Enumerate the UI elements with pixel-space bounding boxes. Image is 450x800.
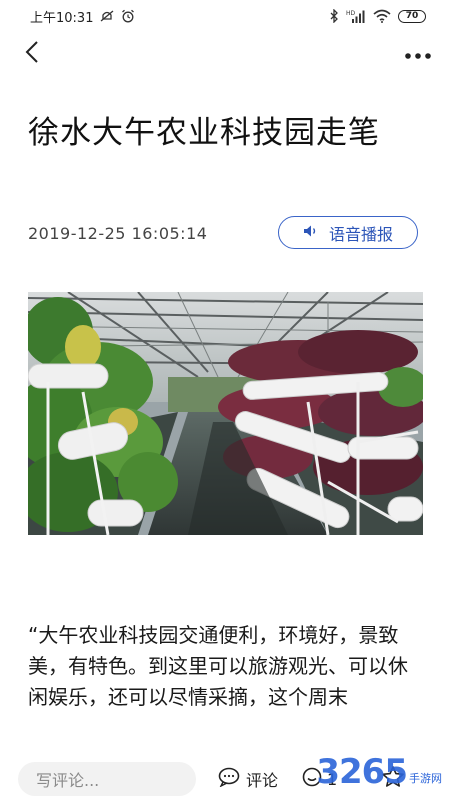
favorite-button[interactable]: [378, 764, 408, 794]
comment-bubble-icon: [218, 767, 240, 791]
bottom-action-bar: 写评论... 评论 1 3265 手游网: [0, 752, 450, 800]
battery-indicator: 70: [398, 9, 426, 23]
status-right: HD 70: [329, 9, 426, 23]
voice-broadcast-label: 语音播报: [328, 224, 393, 244]
voice-broadcast-button[interactable]: 语音播报: [278, 216, 418, 249]
watermark-sub: 手游网: [409, 772, 442, 785]
article-paragraph: “大午农业科技园交通便利，环境好，景致美，有特色。到这里可以旅游观光、可以休闲娱…: [28, 623, 408, 709]
status-bar: 上午10:31 HD 70: [0, 0, 450, 32]
star-icon: [381, 765, 405, 793]
comment-button[interactable]: 评论: [218, 764, 278, 794]
write-comment-input[interactable]: 写评论...: [18, 762, 196, 796]
mute-icon: [100, 9, 114, 23]
article-timestamp: 2019-12-25 16:05:14: [28, 224, 208, 243]
back-arrow-icon: [24, 40, 40, 68]
like-button[interactable]: 1: [302, 764, 337, 794]
more-button[interactable]: [400, 38, 436, 70]
article-title: 徐水大午农业科技园走笔: [28, 115, 380, 151]
speaker-icon: [303, 223, 319, 242]
bluetooth-icon: [329, 9, 339, 23]
like-count: 1: [327, 769, 338, 789]
nav-bar: [0, 32, 450, 76]
back-button[interactable]: [16, 38, 48, 70]
status-time: 上午10:31: [30, 10, 94, 26]
signal-icon: HD: [346, 9, 366, 23]
comment-label: 评论: [246, 771, 279, 790]
alarm-icon: [121, 9, 135, 23]
smile-icon: [302, 767, 322, 791]
more-dots-icon: [404, 45, 432, 64]
signal-hd-label: HD: [346, 10, 356, 17]
status-left: 上午10:31: [30, 7, 135, 26]
article-meta: 2019-12-25 16:05:14 语音播报: [28, 216, 418, 250]
wifi-icon: [373, 9, 391, 23]
article-photo-greenhouse: [28, 292, 423, 535]
